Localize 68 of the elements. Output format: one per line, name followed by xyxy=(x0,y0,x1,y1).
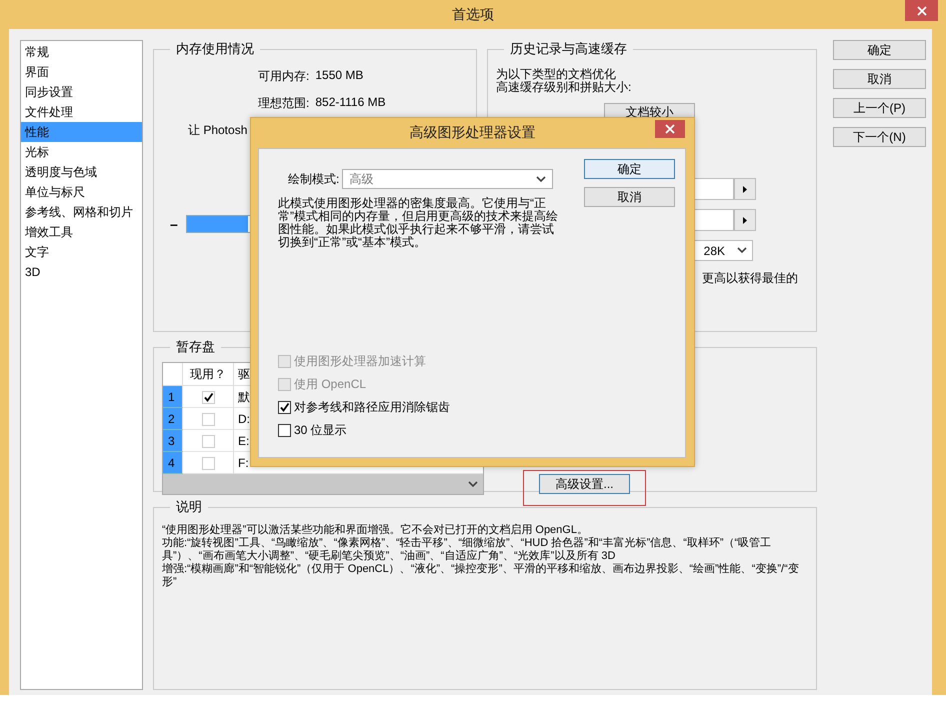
group-title: 内存使用情况 xyxy=(176,41,254,56)
table-cell-text: D: xyxy=(237,411,250,428)
close-button[interactable] xyxy=(655,120,685,138)
checkbox-label: 30 位显示 xyxy=(294,422,347,439)
close-button[interactable] xyxy=(905,0,938,21)
group-title: 说明 xyxy=(176,499,202,514)
mode-dropdown[interactable]: 高级 xyxy=(342,169,554,189)
check-icon xyxy=(279,402,290,413)
checkbox[interactable] xyxy=(278,424,291,437)
previous-button[interactable]: 上一个(P) xyxy=(833,98,926,118)
field-label: 让 Photosh xyxy=(188,123,248,137)
group-title: 历史记录与高速缓存 xyxy=(510,41,627,56)
cancel-button[interactable]: 取消 xyxy=(833,69,926,89)
sidebar-item[interactable]: 光标 xyxy=(21,142,142,162)
advanced-settings-button[interactable]: 高级设置... xyxy=(539,474,630,494)
sidebar-item[interactable]: 常规 xyxy=(21,42,142,62)
mode-description: 此模式使用图形处理器的密集度最高。它使用与“正常”模式相同的内存量，但启用更高级的技术来提高绘图性能。如果此模式似乎执行起来不够平滑，请尝试切换到“正常”或“基本”模式。 xyxy=(278,197,559,249)
table-cell-text: E: xyxy=(237,433,250,450)
field-label: 可用内存: xyxy=(258,68,310,85)
triangle-icon xyxy=(743,186,747,192)
history-description: 高速缓存级别和拼贴大小: xyxy=(496,81,632,94)
checkbox-label: 使用 OpenCL xyxy=(294,376,366,393)
check-icon xyxy=(202,392,214,402)
slider-min-label: – xyxy=(170,216,178,232)
field-value: 852-1116 MB xyxy=(315,95,386,111)
checkbox[interactable] xyxy=(278,401,291,414)
ok-button[interactable]: 确定 xyxy=(584,159,675,179)
field-value: 1550 MB xyxy=(315,68,364,84)
cancel-button[interactable]: 取消 xyxy=(584,187,675,207)
field-label: 绘制模式: xyxy=(288,170,340,188)
sidebar-item[interactable]: 3D xyxy=(21,262,142,282)
group-title: 暂存盘 xyxy=(176,339,215,354)
description-text: “使用图形处理器”可以激活某些功能和界面增强。它不会对已打开的文档启用 OpenGL。 功能:“旋转视图”工具、“鸟瞰缩放”、“像素网格”、“轻击平移”、“细微缩放”、“HUD 拾色器”和“丰富光标”信息、“取样环”（“吸管工具”）、“画布画笔大小调整”、“硬毛刷笔尖预览”、“油画”、“自适应广角”、“光效库”以及所有 3D 增强:“模糊画廊”和“智能锐化”（仅用于 OpenCL）、“液化”、“操控变形”、平滑的平移和缩放、画布边界投影、“绘画”性能、“变换”/“变形” xyxy=(162,524,800,589)
sidebar-item[interactable]: 文字 xyxy=(21,242,142,262)
dialog-title: 高级图形处理器设置 xyxy=(410,124,536,142)
next-button[interactable]: 下一个(N) xyxy=(833,127,926,147)
row-number: 2 xyxy=(163,408,183,430)
column-header[interactable]: 驱 xyxy=(234,363,250,385)
table-cell-text: F: xyxy=(237,455,249,472)
close-icon xyxy=(665,124,675,134)
column-header[interactable]: 现用？ xyxy=(183,363,234,385)
checkbox-label: 使用图形处理器加速计算 xyxy=(294,353,426,370)
chevron-icon xyxy=(536,176,546,182)
history-description: 为以下类型的文档优化 xyxy=(496,68,617,81)
sidebar-item[interactable]: 单位与标尺 xyxy=(21,182,142,202)
checkbox-label: 对参考线和路径应用消除锯齿 xyxy=(294,399,450,416)
sidebar-item[interactable]: 增效工具 xyxy=(21,222,142,242)
ok-button[interactable]: 确定 xyxy=(833,40,926,60)
chevron-icon xyxy=(737,247,747,254)
history-note: 更高以获得最佳的 xyxy=(702,270,799,287)
triangle-icon xyxy=(743,216,747,224)
sidebar-item[interactable]: 性能 xyxy=(21,122,142,142)
row-number: 3 xyxy=(163,430,183,452)
row-number: 1 xyxy=(163,386,183,408)
window-title: 首选项 xyxy=(452,6,494,24)
chevron-icon xyxy=(468,480,478,488)
sidebar-item[interactable]: 参考线、网格和切片 xyxy=(21,202,142,222)
sidebar-item[interactable]: 界面 xyxy=(21,62,142,82)
arrow-button[interactable] xyxy=(734,178,756,200)
table-cell-text: 默 xyxy=(237,388,250,406)
field-label: 理想范围: xyxy=(258,95,310,112)
scrollbar[interactable] xyxy=(163,474,483,494)
sidebar-item[interactable]: 同步设置 xyxy=(21,82,142,102)
close-icon xyxy=(916,6,926,16)
row-number: 4 xyxy=(163,452,183,474)
sidebar-item[interactable]: 透明度与色域 xyxy=(21,162,142,182)
sidebar-item[interactable]: 文件处理 xyxy=(21,102,142,122)
arrow-button[interactable] xyxy=(734,209,756,231)
